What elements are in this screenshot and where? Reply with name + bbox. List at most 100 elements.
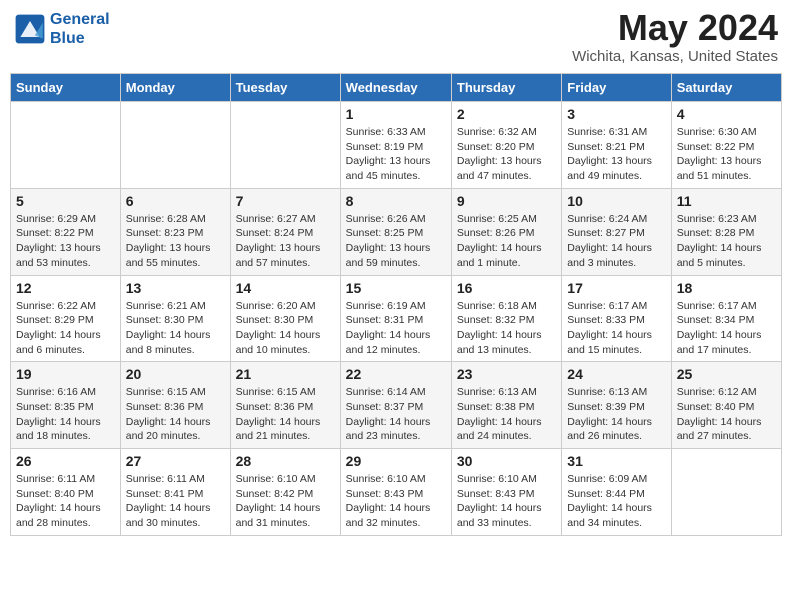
day-number: 24 [567,366,665,382]
day-info: Sunrise: 6:24 AM Sunset: 8:27 PM Dayligh… [567,212,665,271]
weekday-header-cell: Tuesday [230,74,340,102]
day-info: Sunrise: 6:26 AM Sunset: 8:25 PM Dayligh… [346,212,446,271]
calendar-week-row: 12 Sunrise: 6:22 AM Sunset: 8:29 PM Dayli… [11,275,782,362]
day-number: 1 [346,106,446,122]
calendar-cell: 1 Sunrise: 6:33 AM Sunset: 8:19 PM Daylig… [340,102,451,189]
day-number: 20 [126,366,225,382]
weekday-header-cell: Saturday [671,74,781,102]
calendar-cell [11,102,121,189]
calendar-cell: 14 Sunrise: 6:20 AM Sunset: 8:30 PM Dayli… [230,275,340,362]
calendar-cell: 23Sunrise: 6:13 AM Sunset: 8:38 PM Dayli… [451,362,561,449]
calendar-cell: 18 Sunrise: 6:17 AM Sunset: 8:34 PM Dayli… [671,275,781,362]
calendar-week-row: 19 Sunrise: 6:16 AM Sunset: 8:35 PM Dayli… [11,362,782,449]
day-number: 8 [346,193,446,209]
day-info: Sunrise: 6:22 AM Sunset: 8:29 PM Dayligh… [16,299,115,358]
day-info: Sunrise: 6:11 AM Sunset: 8:40 PM Dayligh… [16,472,115,531]
day-number: 17 [567,280,665,296]
calendar-cell: 29 Sunrise: 6:10 AM Sunset: 8:43 PM Dayli… [340,449,451,536]
calendar-cell: 16 Sunrise: 6:18 AM Sunset: 8:32 PM Dayli… [451,275,561,362]
logo: General Blue [14,10,110,48]
day-number: 11 [677,193,776,209]
day-info: Sunrise: 6:15 AM Sunset: 8:36 PM Dayligh… [236,385,335,444]
day-number: 12 [16,280,115,296]
day-info: Sunrise: 6:32 AM Sunset: 8:20 PM Dayligh… [457,125,556,184]
day-number: 28 [236,453,335,469]
day-info: Sunrise: 6:10 AM Sunset: 8:43 PM Dayligh… [457,472,556,531]
day-number: 9 [457,193,556,209]
day-number: 22 [346,366,446,382]
calendar-cell: 11 Sunrise: 6:23 AM Sunset: 8:28 PM Dayli… [671,188,781,275]
calendar-week-row: 1 Sunrise: 6:33 AM Sunset: 8:19 PM Daylig… [11,102,782,189]
page-header: General Blue May 2024 Wichita, Kansas, U… [10,10,782,65]
day-info: Sunrise: 6:30 AM Sunset: 8:22 PM Dayligh… [677,125,776,184]
calendar-cell: 17Sunrise: 6:17 AM Sunset: 8:33 PM Dayli… [562,275,671,362]
calendar-cell: 9 Sunrise: 6:25 AM Sunset: 8:26 PM Daylig… [451,188,561,275]
calendar-cell: 13 Sunrise: 6:21 AM Sunset: 8:30 PM Dayli… [120,275,230,362]
weekday-header-cell: Thursday [451,74,561,102]
calendar-week-row: 5 Sunrise: 6:29 AM Sunset: 8:22 PM Daylig… [11,188,782,275]
day-info: Sunrise: 6:13 AM Sunset: 8:39 PM Dayligh… [567,385,665,444]
day-number: 13 [126,280,225,296]
calendar-cell: 26Sunrise: 6:11 AM Sunset: 8:40 PM Dayli… [11,449,121,536]
day-number: 10 [567,193,665,209]
day-info: Sunrise: 6:33 AM Sunset: 8:19 PM Dayligh… [346,125,446,184]
day-number: 16 [457,280,556,296]
calendar-cell: 24 Sunrise: 6:13 AM Sunset: 8:39 PM Dayli… [562,362,671,449]
calendar-cell: 25 Sunrise: 6:12 AM Sunset: 8:40 PM Dayli… [671,362,781,449]
day-number: 18 [677,280,776,296]
calendar-cell: 30 Sunrise: 6:10 AM Sunset: 8:43 PM Dayli… [451,449,561,536]
day-number: 25 [677,366,776,382]
day-info: Sunrise: 6:16 AM Sunset: 8:35 PM Dayligh… [16,385,115,444]
day-info: Sunrise: 6:21 AM Sunset: 8:30 PM Dayligh… [126,299,225,358]
month-year: May 2024 [572,10,778,46]
day-info: Sunrise: 6:18 AM Sunset: 8:32 PM Dayligh… [457,299,556,358]
location: Wichita, Kansas, United States [572,48,778,65]
calendar-body: 1 Sunrise: 6:33 AM Sunset: 8:19 PM Daylig… [11,102,782,536]
day-number: 31 [567,453,665,469]
calendar-cell: 3 Sunrise: 6:31 AM Sunset: 8:21 PM Daylig… [562,102,671,189]
day-info: Sunrise: 6:10 AM Sunset: 8:43 PM Dayligh… [346,472,446,531]
day-number: 3 [567,106,665,122]
weekday-header-cell: Monday [120,74,230,102]
day-number: 15 [346,280,446,296]
logo-line2: Blue [50,30,85,47]
day-info: Sunrise: 6:20 AM Sunset: 8:30 PM Dayligh… [236,299,335,358]
logo-line1: General [50,11,110,28]
day-info: Sunrise: 6:11 AM Sunset: 8:41 PM Dayligh… [126,472,225,531]
day-info: Sunrise: 6:25 AM Sunset: 8:26 PM Dayligh… [457,212,556,271]
calendar-cell: 27 Sunrise: 6:11 AM Sunset: 8:41 PM Dayli… [120,449,230,536]
day-number: 5 [16,193,115,209]
calendar-cell [120,102,230,189]
calendar-cell [671,449,781,536]
day-info: Sunrise: 6:17 AM Sunset: 8:34 PM Dayligh… [677,299,776,358]
calendar-cell: 28Sunrise: 6:10 AM Sunset: 8:42 PM Dayli… [230,449,340,536]
day-info: Sunrise: 6:23 AM Sunset: 8:28 PM Dayligh… [677,212,776,271]
calendar-cell: 2Sunrise: 6:32 AM Sunset: 8:20 PM Daylig… [451,102,561,189]
calendar-cell: 12 Sunrise: 6:22 AM Sunset: 8:29 PM Dayli… [11,275,121,362]
calendar-cell: 8 Sunrise: 6:26 AM Sunset: 8:25 PM Daylig… [340,188,451,275]
calendar-cell [230,102,340,189]
day-info: Sunrise: 6:14 AM Sunset: 8:37 PM Dayligh… [346,385,446,444]
weekday-header-cell: Wednesday [340,74,451,102]
day-info: Sunrise: 6:28 AM Sunset: 8:23 PM Dayligh… [126,212,225,271]
calendar-cell: 20 Sunrise: 6:15 AM Sunset: 8:36 PM Dayli… [120,362,230,449]
day-info: Sunrise: 6:13 AM Sunset: 8:38 PM Dayligh… [457,385,556,444]
calendar-cell: 22 Sunrise: 6:14 AM Sunset: 8:37 PM Dayli… [340,362,451,449]
day-number: 27 [126,453,225,469]
day-number: 30 [457,453,556,469]
calendar-cell: 15 Sunrise: 6:19 AM Sunset: 8:31 PM Dayli… [340,275,451,362]
day-number: 4 [677,106,776,122]
day-number: 6 [126,193,225,209]
weekday-header-row: SundayMondayTuesdayWednesdayThursdayFrid… [11,74,782,102]
calendar-week-row: 26Sunrise: 6:11 AM Sunset: 8:40 PM Dayli… [11,449,782,536]
calendar-cell: 6 Sunrise: 6:28 AM Sunset: 8:23 PM Daylig… [120,188,230,275]
day-info: Sunrise: 6:29 AM Sunset: 8:22 PM Dayligh… [16,212,115,271]
day-info: Sunrise: 6:31 AM Sunset: 8:21 PM Dayligh… [567,125,665,184]
day-number: 29 [346,453,446,469]
day-number: 19 [16,366,115,382]
day-info: Sunrise: 6:12 AM Sunset: 8:40 PM Dayligh… [677,385,776,444]
day-info: Sunrise: 6:19 AM Sunset: 8:31 PM Dayligh… [346,299,446,358]
day-info: Sunrise: 6:15 AM Sunset: 8:36 PM Dayligh… [126,385,225,444]
day-number: 14 [236,280,335,296]
calendar-cell: 21Sunrise: 6:15 AM Sunset: 8:36 PM Dayli… [230,362,340,449]
